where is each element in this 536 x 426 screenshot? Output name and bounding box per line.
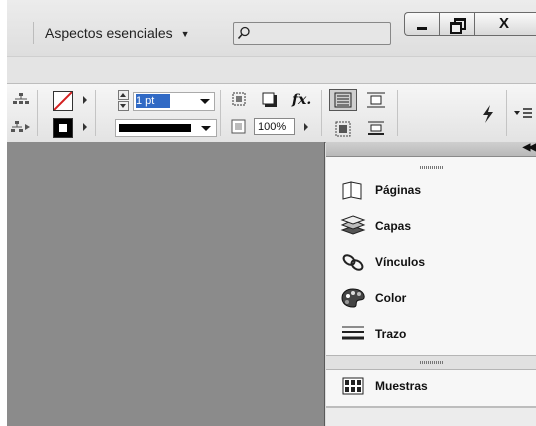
panel-links[interactable]: Vínculos <box>326 247 536 277</box>
panel-swatches[interactable]: Muestras <box>326 371 536 401</box>
toolbar-separator <box>95 90 96 136</box>
layers-icon <box>340 215 366 235</box>
panel-pages[interactable]: Páginas <box>326 175 536 205</box>
stroke-type-preview <box>119 124 191 132</box>
align-lines-icon <box>334 92 352 108</box>
app-window: Aspectos esenciales ▼ X 1 pt fx. 100% ◀◀… <box>7 0 536 426</box>
stroke-swatch[interactable] <box>53 118 73 138</box>
minimize-button[interactable] <box>405 13 440 35</box>
effects-button[interactable]: fx. <box>292 92 311 108</box>
text-wrap-none-button[interactable] <box>329 89 357 111</box>
stroke-icon <box>342 326 364 340</box>
minimize-icon <box>417 27 427 30</box>
opacity-menu-arrow[interactable] <box>304 123 308 131</box>
toolbar-separator <box>397 90 398 136</box>
text-wrap-jump-icon[interactable] <box>365 119 387 139</box>
panel-label: Muestras <box>375 379 428 393</box>
hierarchy-next-icon[interactable] <box>10 120 32 134</box>
panel-label: Color <box>375 291 407 305</box>
opacity-icon <box>231 119 246 134</box>
collapse-dock-icon[interactable]: ◀◀ <box>523 142 536 153</box>
panel-group-divider <box>326 355 536 370</box>
panel-label: Páginas <box>375 183 422 197</box>
window-controls: X <box>404 12 536 36</box>
panel-label: Vínculos <box>375 255 426 269</box>
frame-fitting-icon[interactable] <box>231 91 249 109</box>
swatches-icon <box>342 377 364 395</box>
panel-layers[interactable]: Capas <box>326 211 536 241</box>
panel-group-grip[interactable] <box>420 166 444 169</box>
drop-shadow-icon[interactable] <box>261 91 279 109</box>
menu-bar <box>7 56 536 83</box>
workspace-switcher[interactable]: Aspectos esenciales ▼ <box>45 24 190 42</box>
panel-color[interactable]: Color <box>326 283 536 313</box>
restore-icon-back <box>450 22 462 34</box>
close-button[interactable]: X <box>475 13 533 35</box>
panel-label: Capas <box>375 219 412 233</box>
panel-stroke[interactable]: Trazo <box>326 319 536 349</box>
dock-header: ◀◀ <box>326 142 536 157</box>
palette-icon <box>341 288 365 308</box>
toolbar-separator <box>37 90 38 136</box>
stroke-swatch-inner <box>59 124 67 132</box>
stroke-weight-stepper[interactable] <box>118 90 129 111</box>
search-icon <box>237 26 250 40</box>
chevron-down-icon: ▼ <box>180 29 190 39</box>
control-toolbar: fx. 100% <box>7 83 536 143</box>
search-field[interactable] <box>233 22 391 45</box>
stroke-menu-arrow[interactable] <box>83 123 87 131</box>
chevron-down-icon[interactable] <box>200 99 210 104</box>
fill-swatch[interactable] <box>53 91 73 111</box>
toolbar-separator <box>506 90 507 136</box>
lightning-icon[interactable] <box>481 104 495 124</box>
toolbar-separator <box>321 90 322 136</box>
stroke-weight-input[interactable] <box>136 94 196 107</box>
toolbar-separator <box>220 90 221 136</box>
stroke-type-dropdown[interactable] <box>115 119 217 137</box>
hierarchy-icon[interactable] <box>10 92 32 106</box>
panel-group-grip[interactable] <box>420 361 444 364</box>
title-separator <box>33 22 34 44</box>
pages-icon <box>342 181 362 200</box>
document-canvas[interactable] <box>7 142 325 426</box>
no-fill-icon <box>53 91 73 111</box>
fill-menu-arrow[interactable] <box>83 96 87 104</box>
search-input[interactable] <box>254 25 384 40</box>
title-bar: Aspectos esenciales ▼ X <box>7 0 536 56</box>
chevron-down-icon[interactable] <box>201 126 211 131</box>
text-wrap-shape-icon[interactable] <box>333 119 353 139</box>
restore-button[interactable] <box>440 13 475 35</box>
workspace-label: Aspectos esenciales <box>45 25 173 41</box>
stroke-weight-field[interactable] <box>133 92 215 111</box>
stepper-up-icon[interactable] <box>118 90 129 100</box>
panel-dock: ◀◀ Páginas Capas Vínculos Color Trazo Mu… <box>326 142 536 426</box>
dock-footer <box>326 408 536 426</box>
text-wrap-bounding-icon[interactable] <box>365 90 387 110</box>
stepper-down-icon[interactable] <box>118 101 129 111</box>
panel-menu-icon[interactable] <box>513 107 533 119</box>
opacity-field[interactable]: 100% <box>254 118 295 135</box>
panel-label: Trazo <box>375 327 407 341</box>
links-icon <box>342 254 364 271</box>
